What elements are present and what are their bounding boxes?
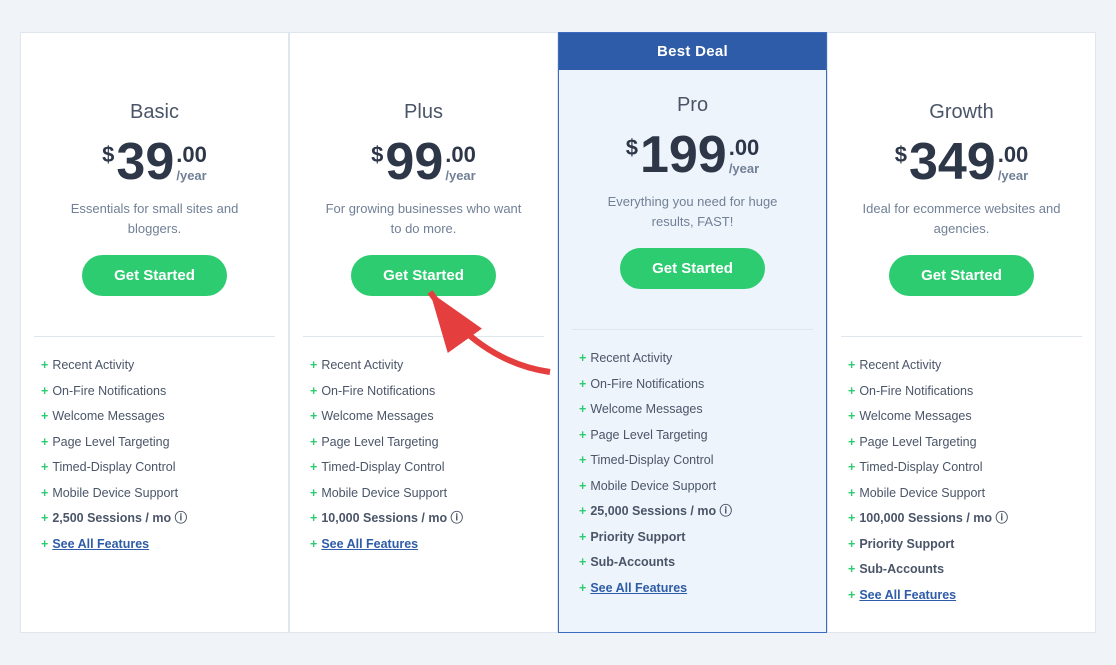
get-started-btn-plus[interactable]: Get Started [351,255,496,296]
list-item: +Mobile Device Support [41,481,268,507]
price-dollar-pro: $ [626,135,638,161]
divider-plus [303,336,543,337]
get-started-btn-basic[interactable]: Get Started [82,255,227,296]
list-item: +On-Fire Notifications [848,379,1075,405]
plan-price-basic: $39.00/year [41,136,268,195]
list-item[interactable]: +See All Features [579,576,806,602]
list-item: +Recent Activity [41,353,268,379]
plan-header-plus: Plus$99.00/yearFor growing businesses wh… [290,77,557,320]
list-item: +On-Fire Notifications [579,372,806,398]
price-amount-plus: 99 [385,136,443,188]
list-item: +Timed-Display Control [848,455,1075,481]
list-item: +Page Level Targeting [579,423,806,449]
list-item: +2,500 Sessions / mo ⓘ [41,506,268,532]
list-item[interactable]: +See All Features [310,532,537,558]
list-item: +Mobile Device Support [310,481,537,507]
plan-description-basic: Essentials for small sites and bloggers. [41,199,268,239]
list-item: +On-Fire Notifications [310,379,537,405]
get-started-btn-pro[interactable]: Get Started [620,248,765,289]
price-amount-basic: 39 [116,136,174,188]
list-item: +Page Level Targeting [848,430,1075,456]
plan-card-basic: Basic$39.00/yearEssentials for small sit… [20,32,289,633]
plan-card-pro: Best DealPro$199.00/yearEverything you n… [558,32,827,633]
plan-name-plus: Plus [310,101,537,124]
features-list-basic: +Recent Activity+On-Fire Notifications+W… [21,353,288,557]
list-item: +Page Level Targeting [310,430,537,456]
plan-description-growth: Ideal for ecommerce websites and agencie… [848,199,1075,239]
plan-price-pro: $199.00/year [579,129,806,188]
list-item: +Sub-Accounts [579,550,806,576]
list-item: +On-Fire Notifications [41,379,268,405]
plan-price-plus: $99.00/year [310,136,537,195]
plan-card-plus: Plus$99.00/yearFor growing businesses wh… [289,32,558,633]
list-item: +Timed-Display Control [41,455,268,481]
plan-name-pro: Pro [579,94,806,117]
divider-growth [841,336,1081,337]
list-item: +100,000 Sessions / mo ⓘ [848,506,1075,532]
list-item: +Timed-Display Control [579,448,806,474]
list-item: +25,000 Sessions / mo ⓘ [579,499,806,525]
plan-header-growth: Growth$349.00/yearIdeal for ecommerce we… [828,77,1095,320]
price-decimals-pro: .00/year [729,135,760,188]
list-item: +Priority Support [579,525,806,551]
price-decimals-growth: .00/year [998,142,1029,195]
list-item: +Welcome Messages [310,404,537,430]
divider-basic [34,336,274,337]
price-decimals-plus: .00/year [445,142,476,195]
list-item: +Recent Activity [310,353,537,379]
list-item: +Recent Activity [579,346,806,372]
list-item: +Welcome Messages [848,404,1075,430]
list-item: +Sub-Accounts [848,557,1075,583]
list-item: +Timed-Display Control [310,455,537,481]
price-amount-pro: 199 [640,129,727,181]
pricing-wrapper: Basic$39.00/yearEssentials for small sit… [20,32,1096,633]
plan-header-pro: Pro$199.00/yearEverything you need for h… [559,70,826,313]
features-list-pro: +Recent Activity+On-Fire Notifications+W… [559,346,826,601]
list-item[interactable]: +See All Features [41,532,268,558]
price-amount-growth: 349 [909,136,996,188]
pricing-grid: Basic$39.00/yearEssentials for small sit… [20,32,1096,633]
list-item: +Welcome Messages [579,397,806,423]
price-dollar-basic: $ [102,142,114,168]
features-list-growth: +Recent Activity+On-Fire Notifications+W… [828,353,1095,608]
plan-card-growth: Growth$349.00/yearIdeal for ecommerce we… [827,32,1096,633]
list-item: +Page Level Targeting [41,430,268,456]
divider-pro [572,329,812,330]
plan-header-basic: Basic$39.00/yearEssentials for small sit… [21,77,288,320]
get-started-btn-growth[interactable]: Get Started [889,255,1034,296]
list-item: +Recent Activity [848,353,1075,379]
plan-description-pro: Everything you need for huge results, FA… [579,192,806,232]
list-item: +Mobile Device Support [848,481,1075,507]
price-dollar-growth: $ [895,142,907,168]
price-dollar-plus: $ [371,142,383,168]
list-item: +Priority Support [848,532,1075,558]
price-decimals-basic: .00/year [176,142,207,195]
features-list-plus: +Recent Activity+On-Fire Notifications+W… [290,353,557,557]
plan-name-basic: Basic [41,101,268,124]
list-item: +10,000 Sessions / mo ⓘ [310,506,537,532]
list-item: +Mobile Device Support [579,474,806,500]
list-item[interactable]: +See All Features [848,583,1075,609]
best-deal-badge: Best Deal [559,33,826,70]
plan-description-plus: For growing businesses who want to do mo… [310,199,537,239]
plan-name-growth: Growth [848,101,1075,124]
list-item: +Welcome Messages [41,404,268,430]
plan-price-growth: $349.00/year [848,136,1075,195]
